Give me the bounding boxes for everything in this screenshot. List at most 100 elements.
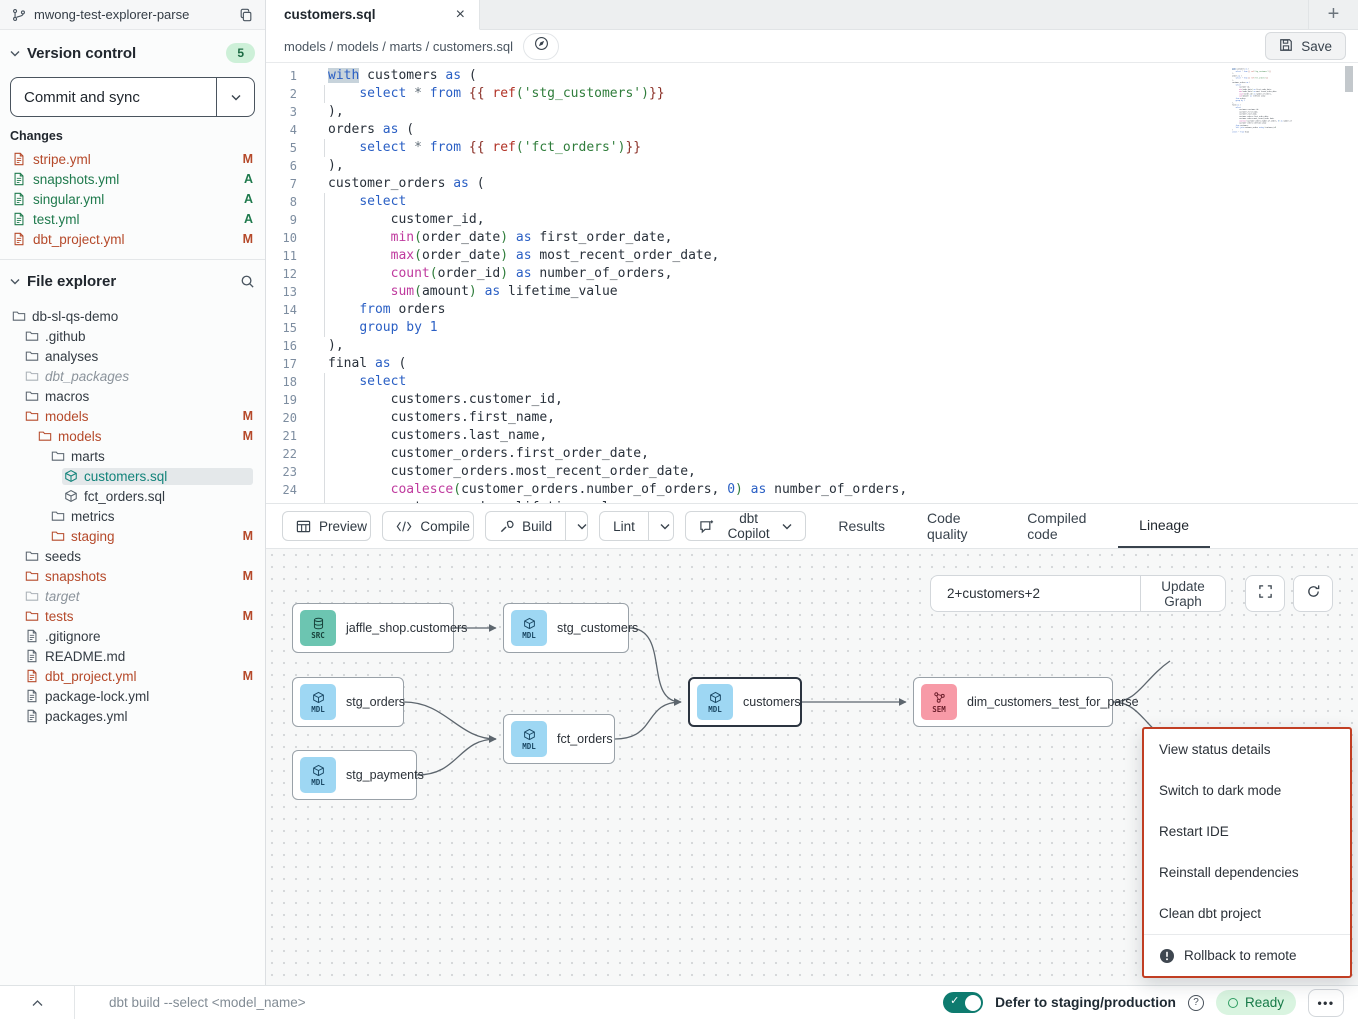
copy-icon[interactable] [239, 8, 253, 22]
lineage-node-customers[interactable]: MDLcustomers [688, 677, 802, 727]
preview-button[interactable]: Preview [282, 511, 371, 541]
tree-item-models[interactable]: modelsM [0, 406, 265, 426]
explore-compass-button[interactable] [523, 33, 559, 60]
tree-item-dbt-project-yml[interactable]: dbt_project.ymlM [0, 666, 265, 686]
code-line-16[interactable]: 16), [266, 337, 1358, 355]
tree-item-staging[interactable]: stagingM [0, 526, 265, 546]
tree-item-readme-md[interactable]: README.md [0, 646, 265, 666]
change-item-stripe-yml[interactable]: stripe.ymlM [10, 149, 255, 169]
tree-item-fct-orders-sql[interactable]: fct_orders.sql [0, 486, 265, 506]
new-tab-button[interactable]: + [1308, 0, 1358, 29]
tree-item-dbt-packages[interactable]: dbt_packages [0, 366, 265, 386]
code-line-19[interactable]: 19 customers.customer_id, [266, 391, 1358, 409]
tree-item-db-sl-qs-demo[interactable]: db-sl-qs-demo [0, 306, 265, 326]
code-line-2[interactable]: 2 select * from {{ ref('stg_customers')}… [266, 85, 1358, 103]
lineage-node-stg-payments[interactable]: MDLstg_payments [292, 750, 417, 800]
change-item-dbt-project-yml[interactable]: dbt_project.ymlM [10, 229, 255, 249]
code-line-18[interactable]: 18 select [266, 373, 1358, 391]
close-icon[interactable]: × [456, 7, 465, 23]
dbt-copilot-button[interactable]: dbt Copilot [685, 511, 806, 541]
menu-item-reinstall-dependencies[interactable]: Reinstall dependencies [1144, 852, 1350, 893]
more-options-button[interactable]: ••• [1308, 989, 1344, 1017]
search-icon[interactable] [240, 274, 255, 289]
compile-button[interactable]: Compile [382, 511, 474, 541]
code-line-1[interactable]: 1with customers as ( [266, 67, 1358, 85]
build-button[interactable]: Build [486, 512, 565, 540]
chevron-down-icon[interactable] [10, 50, 20, 57]
lint-dropdown-button[interactable] [648, 512, 674, 540]
build-dropdown-button[interactable] [565, 512, 588, 540]
tree-item-target[interactable]: target [0, 586, 265, 606]
tree-item-macros[interactable]: macros [0, 386, 265, 406]
change-item-snapshots-yml[interactable]: snapshots.ymlA [10, 169, 255, 189]
tab-lineage[interactable]: Lineage [1118, 504, 1210, 548]
refresh-button[interactable] [1293, 575, 1333, 612]
tree-item-gitignore[interactable]: .gitignore [0, 626, 265, 646]
code-line-7[interactable]: 7customer_orders as ( [266, 175, 1358, 193]
code-line-3[interactable]: 3), [266, 103, 1358, 121]
code-line-24[interactable]: 24 coalesce(customer_orders.number_of_or… [266, 481, 1358, 499]
defer-toggle[interactable]: ✓ [943, 992, 983, 1013]
update-graph-button[interactable]: Update Graph [1140, 576, 1225, 611]
collapse-panel-button[interactable] [0, 986, 75, 1019]
menu-item-switch-to-dark-mode[interactable]: Switch to dark mode [1144, 770, 1350, 811]
lineage-node-stg-customers[interactable]: MDLstg_customers [503, 603, 629, 653]
menu-item-clean-dbt-project[interactable]: Clean dbt project [1144, 893, 1350, 934]
code-line-12[interactable]: 12 count(order_id) as number_of_orders, [266, 265, 1358, 283]
code-line-21[interactable]: 21 customers.last_name, [266, 427, 1358, 445]
tree-item-packages-yml[interactable]: packages.yml [0, 706, 265, 726]
commit-dropdown-button[interactable] [216, 78, 254, 116]
editor-scrollbar[interactable] [1345, 66, 1353, 92]
code-line-5[interactable]: 5 select * from {{ ref('fct_orders')}} [266, 139, 1358, 157]
lineage-search-input[interactable] [931, 576, 1140, 611]
menu-item-restart-ide[interactable]: Restart IDE [1144, 811, 1350, 852]
tree-item-tests[interactable]: testsM [0, 606, 265, 626]
tree-item-package-lock-yml[interactable]: package-lock.yml [0, 686, 265, 706]
code-line-4[interactable]: 4orders as ( [266, 121, 1358, 139]
lineage-node-dim-customers-test-for-parse[interactable]: SEMdim_customers_test_for_parse [913, 677, 1113, 727]
code-line-25[interactable]: 25 customer_orders.lifetime_value [266, 499, 1358, 503]
help-icon[interactable]: ? [1188, 995, 1204, 1011]
tree-item-marts[interactable]: marts [0, 446, 265, 466]
lineage-node-stg-orders[interactable]: MDLstg_orders [292, 677, 404, 727]
status-ready-badge[interactable]: Ready [1216, 990, 1296, 1015]
code-line-11[interactable]: 11 max(order_date) as most_recent_order_… [266, 247, 1358, 265]
code-line-20[interactable]: 20 customers.first_name, [266, 409, 1358, 427]
tree-item-metrics[interactable]: metrics [0, 506, 265, 526]
code-line-9[interactable]: 9 customer_id, [266, 211, 1358, 229]
change-item-singular-yml[interactable]: singular.ymlA [10, 189, 255, 209]
fullscreen-button[interactable] [1245, 575, 1285, 612]
change-item-test-yml[interactable]: test.ymlA [10, 209, 255, 229]
tree-item-snapshots[interactable]: snapshotsM [0, 566, 265, 586]
tab-code-quality[interactable]: Code quality [906, 504, 1006, 548]
code-line-15[interactable]: 15 group by 1 [266, 319, 1358, 337]
lineage-node-jaffle-shop-customers[interactable]: SRCjaffle_shop.customers [292, 603, 454, 653]
lint-button[interactable]: Lint [600, 512, 648, 540]
tab-compiled-code[interactable]: Compiled code [1006, 504, 1118, 548]
menu-item-view-status-details[interactable]: View status details [1144, 729, 1350, 770]
tab-customers-sql[interactable]: customers.sql × [266, 0, 480, 30]
code-line-23[interactable]: 23 customer_orders.most_recent_order_dat… [266, 463, 1358, 481]
lineage-node-fct-orders[interactable]: MDLfct_orders [503, 714, 615, 764]
tree-item-customers-sql[interactable]: customers.sql [0, 466, 265, 486]
code-line-8[interactable]: 8 select [266, 193, 1358, 211]
code-line-14[interactable]: 14 from orders [266, 301, 1358, 319]
code-line-13[interactable]: 13 sum(amount) as lifetime_value [266, 283, 1358, 301]
code-line-6[interactable]: 6), [266, 157, 1358, 175]
save-button[interactable]: Save [1265, 32, 1346, 60]
tree-item-github[interactable]: .github [0, 326, 265, 346]
version-control-title: Version control [27, 45, 136, 62]
code-line-22[interactable]: 22 customer_orders.first_order_date, [266, 445, 1358, 463]
tab-results[interactable]: Results [817, 504, 906, 548]
menu-item-rollback-to-remote[interactable]: Rollback to remote [1144, 935, 1350, 976]
code-editor[interactable]: 1with customers as (2 select * from {{ r… [266, 63, 1358, 503]
code-line-10[interactable]: 10 min(order_date) as first_order_date, [266, 229, 1358, 247]
editor-minimap[interactable]: with customers as ( select * from {{ ref… [1230, 68, 1292, 180]
code-line-17[interactable]: 17final as ( [266, 355, 1358, 373]
commit-and-sync-button[interactable]: Commit and sync [10, 77, 255, 117]
tree-item-models[interactable]: modelsM [0, 426, 265, 446]
tree-item-analyses[interactable]: analyses [0, 346, 265, 366]
command-input[interactable] [75, 995, 943, 1010]
tree-item-seeds[interactable]: seeds [0, 546, 265, 566]
chevron-down-icon[interactable] [10, 278, 20, 285]
